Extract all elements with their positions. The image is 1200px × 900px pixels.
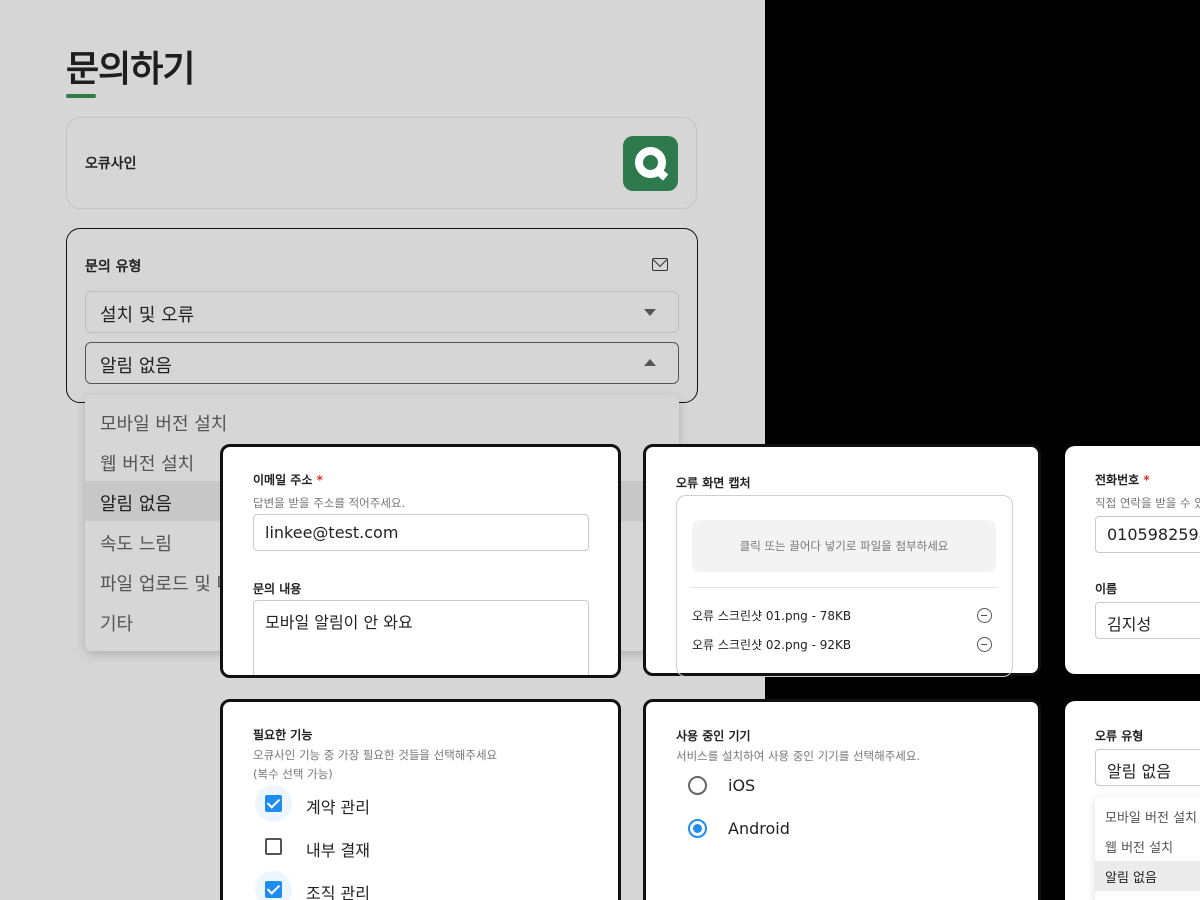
radio-android[interactable] [688,819,707,838]
checkbox-approval[interactable] [265,838,282,855]
file-item: 오류 스크린샷 02.png - 92KB [692,638,852,652]
title-underline [66,94,96,98]
checkbox-label: 내부 결재 [306,841,370,860]
error-type-dropdown: 모바일 버전 설치 웹 버전 설치 알림 없음 [1095,797,1200,900]
error-type-label: 오류 유형 [1095,729,1144,743]
dropdown-option[interactable]: 웹 버전 설치 [1095,831,1200,861]
required-mark: * [1143,473,1150,487]
upload-box: 클릭 또는 끌어다 넣기로 파일을 첨부하세요 오류 스크린샷 01.png -… [676,495,1013,677]
error-type-card: 오류 유형 알림 없음 모바일 버전 설치 웹 버전 설치 알림 없음 [1065,701,1200,900]
detail-select-value: 알림 없음 [100,356,172,377]
capture-label: 오류 화면 캡처 [676,476,751,490]
checkbox-label: 조직 관리 [306,884,370,900]
device-card: 사용 중인 기기 서비스를 설치하여 사용 중인 기기를 선택해주세요. iOS… [643,699,1041,900]
dropdown-option-selected[interactable]: 알림 없음 [1095,861,1200,891]
content-textarea[interactable]: 모바일 알림이 안 와요 [253,600,589,675]
remove-file-icon[interactable] [977,608,992,623]
phone-help: 직접 연락을 받을 수 있는 번호를 적어주세요. [1095,496,1200,510]
features-help-note: (복수 선택 가능) [253,767,333,781]
error-type-select[interactable]: 알림 없음 [1095,749,1200,786]
mail-icon[interactable] [652,258,668,271]
name-input[interactable]: 김지성 [1095,602,1200,639]
email-card: 이메일 주소 * 답변을 받을 주소를 적어주세요. linkee@test.c… [220,444,621,678]
required-mark: * [316,473,323,487]
features-label: 필요한 기능 [253,728,313,742]
email-label: 이메일 주소 [253,473,313,487]
inquiry-type-card: 문의 유형 설치 및 오류 알림 없음 [66,228,698,403]
checkbox-label: 계약 관리 [306,798,370,817]
company-name: 오큐사인 [85,156,137,172]
divider [692,587,996,588]
dropdown-option[interactable]: 모바일 버전 설치 [1095,801,1200,831]
remove-file-icon[interactable] [977,637,992,652]
q-logo-icon [623,136,678,191]
chevron-up-icon [644,359,656,366]
checkbox-contract[interactable] [265,795,282,812]
capture-card: 오류 화면 캡처 클릭 또는 끌어다 넣기로 파일을 첨부하세요 오류 스크린샷… [643,444,1041,677]
chevron-down-icon [644,309,656,316]
features-help: 오큐사인 기능 중 가장 필요한 것들을 선택해주세요 [253,748,498,762]
dropzone[interactable]: 클릭 또는 끌어다 넣기로 파일을 첨부하세요 [692,520,996,572]
category-select-value: 설치 및 오류 [100,305,195,326]
radio-ios[interactable] [688,776,707,795]
device-help: 서비스를 설치하여 사용 중인 기기를 선택해주세요. [676,749,921,763]
checkbox-organization[interactable] [265,881,282,898]
file-item: 오류 스크린샷 01.png - 78KB [692,609,852,623]
email-help: 답변을 받을 주소를 적어주세요. [253,496,406,510]
detail-select[interactable]: 알림 없음 [85,342,679,384]
inquiry-type-label: 문의 유형 [85,259,142,275]
email-input[interactable]: linkee@test.com [253,514,589,551]
features-card: 필요한 기능 오큐사인 기능 중 가장 필요한 것들을 선택해주세요 (복수 선… [220,699,621,900]
phone-input[interactable]: 01059825982 [1095,516,1200,553]
name-label: 이름 [1095,582,1118,596]
page-title: 문의하기 [66,49,195,90]
device-label: 사용 중인 기기 [676,729,751,743]
radio-label: Android [728,819,790,838]
company-card: 오큐사인 [66,117,697,209]
category-select[interactable]: 설치 및 오류 [85,291,679,333]
phone-label: 전화번호 [1095,473,1140,487]
contact-card: 전화번호 * 직접 연락을 받을 수 있는 번호를 적어주세요. 0105982… [1065,446,1200,674]
radio-label: iOS [728,776,756,795]
dropdown-option[interactable]: 모바일 버전 설치 [85,401,679,441]
content-label: 문의 내용 [253,582,302,596]
